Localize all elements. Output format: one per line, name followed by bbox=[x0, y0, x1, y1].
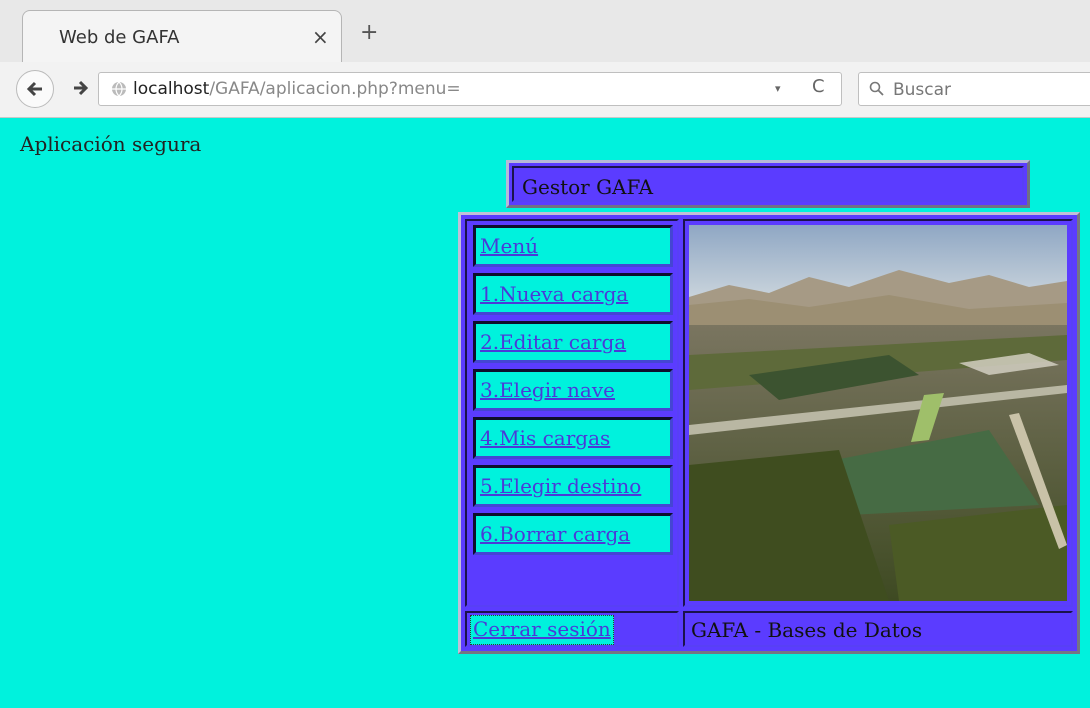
url-path: /GAFA/aplicacion.php?menu= bbox=[209, 79, 461, 99]
menu-link[interactable]: Menú bbox=[480, 234, 538, 258]
back-button[interactable] bbox=[16, 70, 54, 108]
reload-icon[interactable]: C bbox=[812, 76, 825, 97]
header-box: Gestor GAFA bbox=[506, 160, 1030, 208]
tab-close-icon[interactable]: × bbox=[312, 25, 329, 49]
menu-item-mis-cargas[interactable]: 4.Mis cargas bbox=[473, 417, 673, 459]
menu-item-menu[interactable]: Menú bbox=[473, 225, 673, 267]
menu-link[interactable]: 4.Mis cargas bbox=[480, 426, 610, 450]
menu-cell: Menú 1.Nueva carga 2.Editar carga 3.Eleg… bbox=[465, 219, 679, 607]
menu-item-borrar-carga[interactable]: 6.Borrar carga bbox=[473, 513, 673, 555]
url-dropdown-icon[interactable]: ▾ bbox=[775, 82, 781, 95]
globe-icon bbox=[112, 81, 126, 97]
landscape-image bbox=[689, 225, 1067, 601]
tab-title: Web de GAFA bbox=[59, 27, 180, 48]
back-arrow-icon bbox=[26, 81, 42, 97]
menu-link[interactable]: 1.Nueva carga bbox=[480, 282, 628, 306]
image-cell bbox=[683, 219, 1073, 607]
browser-tab[interactable]: Web de GAFA × bbox=[22, 10, 342, 62]
menu-link[interactable]: 6.Borrar carga bbox=[480, 522, 630, 546]
navigation-bar: localhost/GAFA/aplicacion.php?menu= ▾ C … bbox=[0, 62, 1090, 118]
tab-strip: Web de GAFA × + bbox=[0, 0, 1090, 62]
page-content: Aplicación segura Gestor GAFA Menú 1.Nue… bbox=[0, 118, 1090, 708]
footer-text: GAFA - Bases de Datos bbox=[691, 618, 923, 642]
menu-item-nueva-carga[interactable]: 1.Nueva carga bbox=[473, 273, 673, 315]
url-text: localhost/GAFA/aplicacion.php?menu= bbox=[133, 79, 461, 99]
menu-link[interactable]: 2.Editar carga bbox=[480, 330, 626, 354]
menu-link[interactable]: 3.Elegir nave bbox=[480, 378, 615, 402]
search-input[interactable]: Buscar bbox=[858, 72, 1090, 106]
header-cell: Gestor GAFA bbox=[512, 166, 1024, 202]
page-heading: Aplicación segura bbox=[20, 132, 202, 156]
page-title: Gestor GAFA bbox=[522, 175, 654, 199]
search-placeholder: Buscar bbox=[893, 80, 952, 100]
main-table: Menú 1.Nueva carga 2.Editar carga 3.Eleg… bbox=[458, 212, 1080, 654]
menu-link[interactable]: 5.Elegir destino bbox=[480, 474, 641, 498]
new-tab-button[interactable]: + bbox=[360, 20, 378, 45]
footer-cell: GAFA - Bases de Datos bbox=[683, 611, 1073, 647]
forward-arrow-icon[interactable] bbox=[72, 78, 90, 98]
search-icon bbox=[869, 81, 884, 96]
logout-cell: Cerrar sesión bbox=[465, 611, 679, 647]
url-bar[interactable]: localhost/GAFA/aplicacion.php?menu= bbox=[98, 72, 842, 106]
menu-item-editar-carga[interactable]: 2.Editar carga bbox=[473, 321, 673, 363]
url-host: localhost bbox=[133, 79, 210, 99]
menu-item-elegir-nave[interactable]: 3.Elegir nave bbox=[473, 369, 673, 411]
menu-item-elegir-destino[interactable]: 5.Elegir destino bbox=[473, 465, 673, 507]
logout-link[interactable]: Cerrar sesión bbox=[470, 615, 614, 645]
